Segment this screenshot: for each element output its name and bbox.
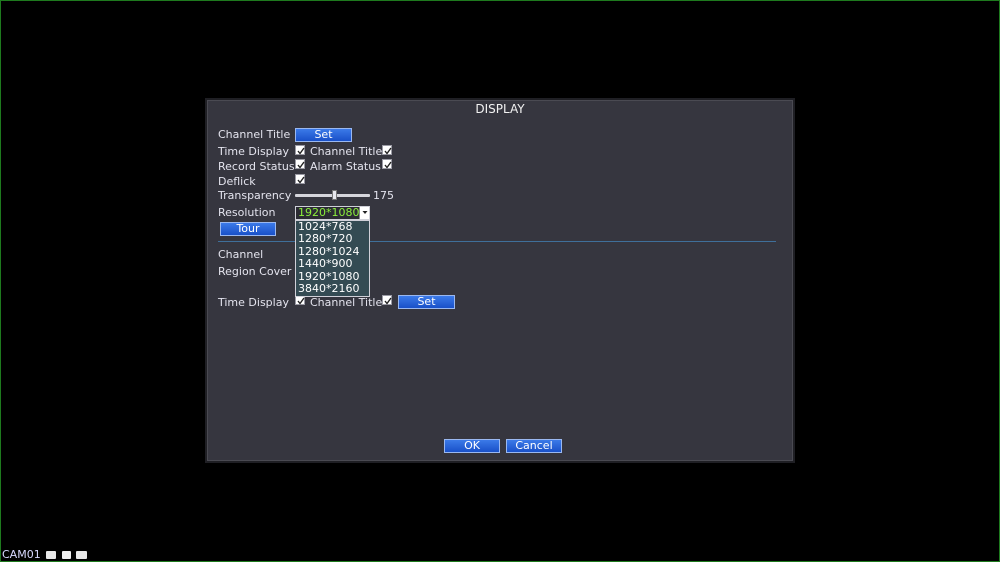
resolution-selected-value: 1920*1080 [298,206,360,219]
check-icon [297,176,305,184]
channel-title-set-button-2[interactable]: Set [398,295,455,309]
resolution-option[interactable]: 1440*900 [296,257,369,270]
channel-title-set-button[interactable]: Set [295,128,352,142]
resolution-dropdown-list[interactable]: 1024*768 1280*720 1280*1024 1440*900 1920*10… [295,220,370,297]
channel-title-label-2: Channel Title [310,296,383,309]
record-icon [46,551,57,559]
tour-button[interactable]: Tour [220,222,276,236]
cancel-button[interactable]: Cancel [506,439,562,453]
check-icon [297,147,305,155]
check-icon [384,297,392,305]
channel-title-checkbox[interactable] [382,145,392,155]
time-display-checkbox[interactable] [295,145,305,155]
time-display-label: Time Display [218,145,289,158]
channel-title-checkbox-2[interactable] [382,295,392,305]
camera-label: CAM01 [2,548,41,561]
alarm-status-label: Alarm Status [310,160,381,173]
record-status-label: Record Status [218,160,295,173]
dialog-title: DISPLAY [475,102,525,116]
status-bar: CAM01 [2,548,88,561]
display-dialog: DISPLAY Channel Title Set Time Display C… [205,98,795,463]
alarm-status-checkbox[interactable] [382,159,392,169]
record-status-checkbox[interactable] [295,159,305,169]
camera-icon [76,551,88,559]
transparency-slider-thumb[interactable] [332,190,338,200]
motion-icon [61,551,71,559]
deflick-checkbox[interactable] [295,174,305,184]
check-icon [297,161,305,169]
time-display-label-2: Time Display [218,296,289,309]
resolution-option[interactable]: 3840*2160 [296,282,369,295]
resolution-option[interactable]: 1280*720 [296,233,369,245]
check-icon [297,297,305,305]
chevron-down-icon[interactable] [359,207,369,219]
transparency-label: Transparency [218,189,292,202]
resolution-select[interactable]: 1920*1080 [295,206,370,220]
transparency-value: 175 [373,189,394,202]
ok-button[interactable]: OK [444,439,500,453]
channel-title-label: Channel Title [218,128,291,141]
resolution-label: Resolution [218,206,276,219]
check-icon [384,147,392,155]
region-cover-label: Region Cover [218,265,292,278]
channel-title-checkbox-label: Channel Title [310,145,383,158]
channel-label: Channel [218,248,264,261]
check-icon [384,161,392,169]
deflick-label: Deflick [218,175,256,188]
